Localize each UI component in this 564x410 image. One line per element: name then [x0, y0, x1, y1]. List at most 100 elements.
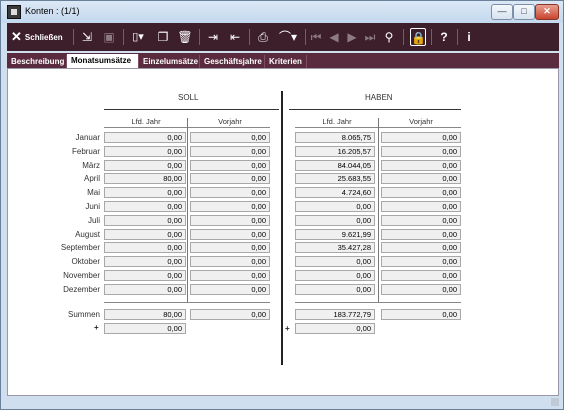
soll-plus-icon: +: [94, 323, 99, 332]
resize-grip-icon[interactable]: [551, 398, 559, 406]
haben-previous-sum: 0,00: [381, 309, 461, 320]
haben-previous-cell: 0,00: [381, 256, 461, 267]
soll-previous-cell: 0,00: [190, 173, 270, 184]
last-record-icon[interactable]: ⏭: [363, 28, 377, 46]
tab-monatsumsaetze[interactable]: Monatsumsätze: [67, 54, 139, 68]
haben-current-cell: 25.683,55: [295, 173, 375, 184]
haben-header-rule: [289, 109, 461, 110]
haben-current-year-header: Lfd. Jahr: [322, 117, 352, 126]
soll-current-cell: 0,00: [104, 201, 186, 212]
soll-current-cell: 0,00: [104, 242, 186, 253]
haben-previous-cell: 0,00: [381, 187, 461, 198]
month-label: Mai: [87, 188, 100, 197]
first-record-icon[interactable]: ⏮: [309, 28, 323, 46]
soll-current-cell: 0,00: [104, 229, 186, 240]
month-label: Januar: [75, 133, 100, 142]
soll-previous-cell: 0,00: [190, 242, 270, 253]
soll-current-cell: 0,00: [104, 160, 186, 171]
soll-previous-cell: 0,00: [190, 201, 270, 212]
app-icon: [7, 5, 21, 19]
haben-previous-cell: 0,00: [381, 229, 461, 240]
haben-current-cell: 8.065,75: [295, 132, 375, 143]
soll-current-cell: 0,00: [104, 256, 186, 267]
soll-previous-cell: 0,00: [190, 132, 270, 143]
month-label: Juni: [85, 202, 100, 211]
haben-previous-cell: 0,00: [381, 160, 461, 171]
toolbar-separator: [199, 29, 200, 45]
soll-previous-cell: 0,00: [190, 284, 270, 295]
new-document-icon[interactable]: ▯▾: [127, 28, 149, 46]
toolbar-separator: [431, 29, 432, 45]
month-label: November: [63, 271, 100, 280]
copy-icon[interactable]: ❐: [155, 28, 171, 46]
tab-einzelumsaetze[interactable]: Einzelumsätze: [139, 55, 200, 68]
close-button[interactable]: ✕ Schließen: [11, 28, 67, 46]
month-label: Februar: [71, 147, 100, 156]
soll-previous-cell: 0,00: [190, 229, 270, 240]
haben-previous-cell: 0,00: [381, 146, 461, 157]
info-icon[interactable]: i: [463, 28, 475, 46]
month-label: März: [82, 161, 100, 170]
minimize-button[interactable]: —: [491, 4, 513, 20]
month-label: September: [60, 243, 100, 252]
monthly-totals-panel: SOLL HABEN Lfd. Jahr Vorjahr Lfd. Jahr V…: [7, 68, 559, 396]
soll-header: SOLL: [178, 93, 199, 102]
haben-previous-cell: 0,00: [381, 201, 461, 212]
haben-current-cell: 9.621,99: [295, 229, 375, 240]
haben-previous-cell: 0,00: [381, 242, 461, 253]
haben-current-cell: 0,00: [295, 215, 375, 226]
soll-plus-value: 0,00: [104, 323, 186, 334]
haben-current-sum: 183.772,79: [295, 309, 375, 320]
maximize-button[interactable]: □: [513, 4, 535, 20]
haben-plus-value: 0,00: [295, 323, 375, 334]
attachment-icon[interactable]: ⌒▾: [277, 28, 299, 46]
soll-column-divider: [187, 118, 188, 303]
close-button-label: Schließen: [24, 33, 63, 42]
help-icon[interactable]: ?: [437, 28, 451, 46]
import-icon[interactable]: ⇲: [79, 28, 95, 46]
window-close-button[interactable]: ✕: [535, 4, 559, 20]
login-icon[interactable]: ⇥: [205, 28, 221, 46]
tab-kriterien[interactable]: Kriterien: [265, 55, 307, 68]
haben-previous-cell: 0,00: [381, 215, 461, 226]
soll-previous-cell: 0,00: [190, 146, 270, 157]
month-label: August: [75, 230, 100, 239]
print-icon[interactable]: ⎙: [255, 28, 271, 46]
toolbar-separator: [305, 29, 306, 45]
soll-current-cell: 0,00: [104, 132, 186, 143]
soll-sum-rule: [104, 302, 270, 303]
window-title: Konten : (1/1): [25, 6, 80, 16]
haben-current-cell: 84.044,05: [295, 160, 375, 171]
soll-previous-cell: 0,00: [190, 187, 270, 198]
soll-previous-cell: 0,00: [190, 270, 270, 281]
toolbar-separator: [73, 29, 74, 45]
lock-icon[interactable]: 🔒: [410, 28, 426, 46]
soll-current-year-header: Lfd. Jahr: [131, 117, 161, 126]
previous-record-icon[interactable]: ◀: [327, 28, 341, 46]
tab-beschreibung[interactable]: Beschreibung: [7, 55, 67, 68]
soll-current-cell: 0,00: [104, 146, 186, 157]
haben-current-cell: 0,00: [295, 201, 375, 212]
soll-previous-cell: 0,00: [190, 256, 270, 267]
soll-previous-cell: 0,00: [190, 160, 270, 171]
tab-geschaeftsjahre[interactable]: Geschäftsjahre: [200, 55, 265, 68]
haben-previous-cell: 0,00: [381, 173, 461, 184]
toolbar-separator: [403, 29, 404, 45]
haben-column-divider: [378, 118, 379, 303]
soll-previous-sum: 0,00: [190, 309, 270, 320]
soll-current-cell: 0,00: [104, 270, 186, 281]
soll-current-cell: 0,00: [104, 215, 186, 226]
next-record-icon[interactable]: ▶: [345, 28, 359, 46]
haben-current-cell: 0,00: [295, 256, 375, 267]
haben-plus-icon: +: [285, 324, 290, 333]
month-label: Dezember: [63, 285, 100, 294]
soll-haben-divider: [281, 91, 283, 365]
soll-previous-year-header: Vorjahr: [218, 117, 242, 126]
haben-current-cell: 0,00: [295, 270, 375, 281]
delete-icon[interactable]: 🗑: [177, 28, 193, 46]
month-label: April: [83, 174, 100, 183]
save-icon[interactable]: ▣: [101, 28, 117, 46]
haben-previous-year-header: Vorjahr: [409, 117, 433, 126]
logout-icon[interactable]: ⇤: [227, 28, 243, 46]
search-icon[interactable]: ⚲: [381, 28, 397, 46]
